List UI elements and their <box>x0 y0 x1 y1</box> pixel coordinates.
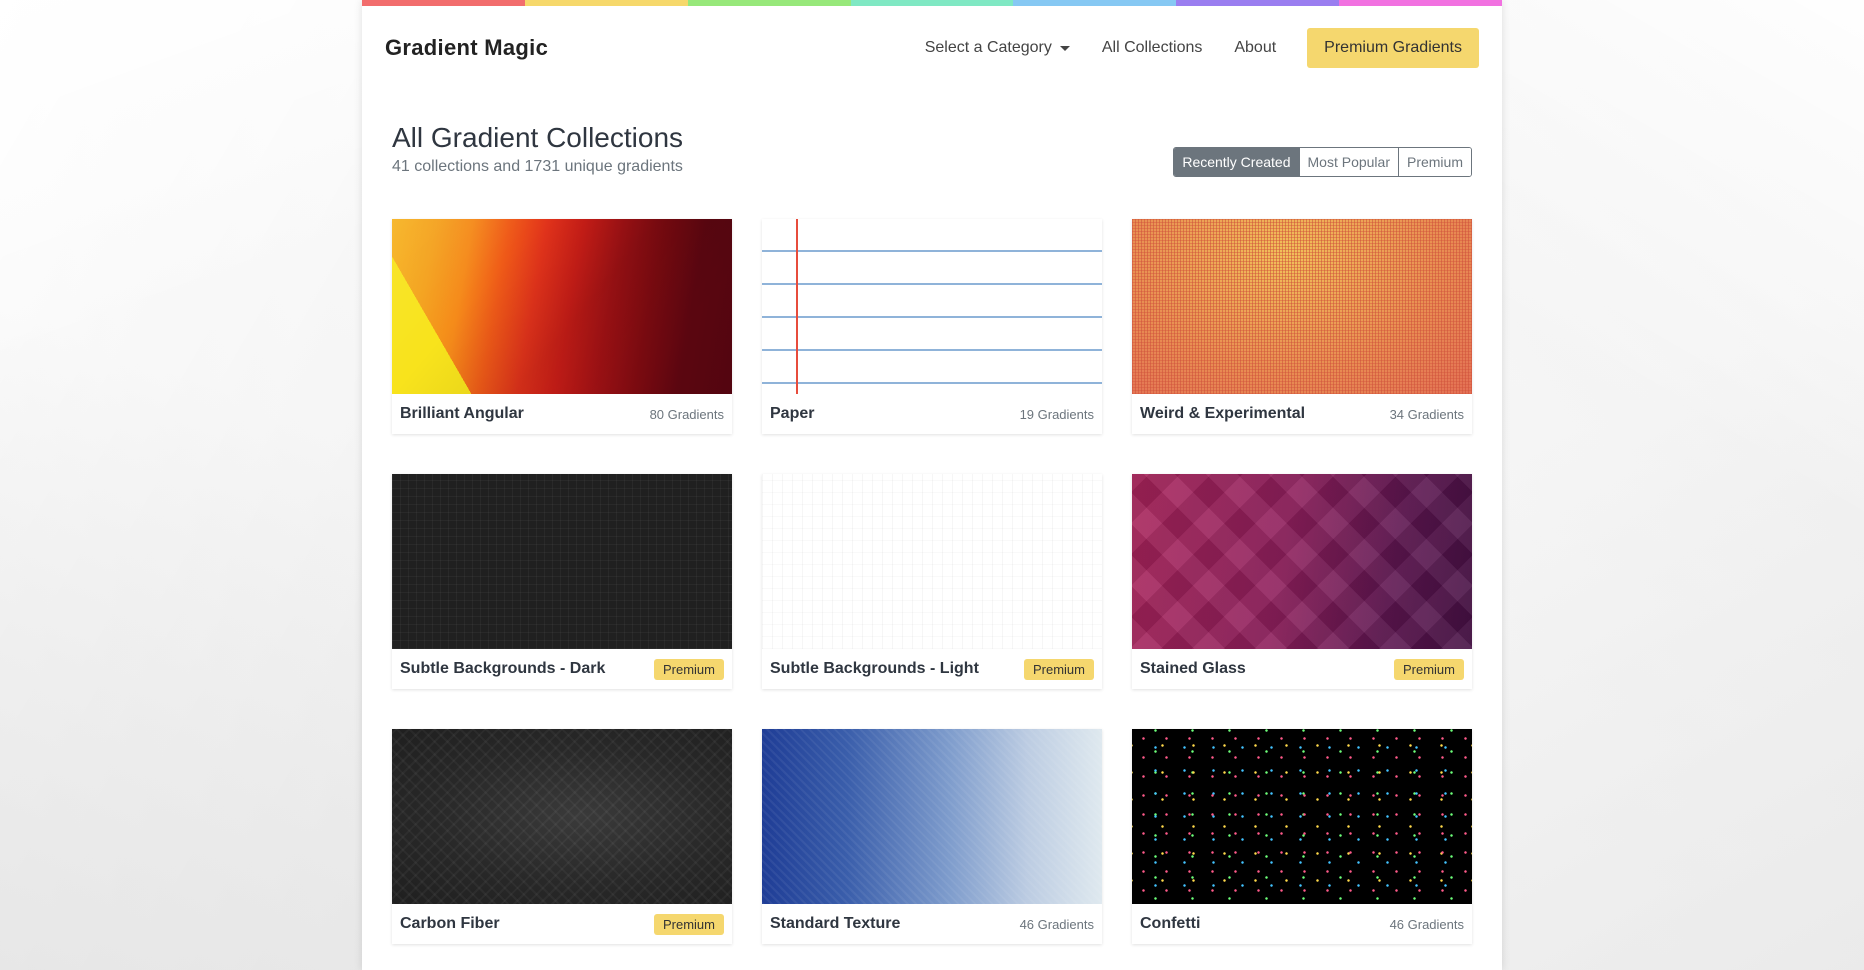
premium-badge: Premium <box>1393 658 1464 680</box>
collection-name: Brilliant Angular <box>400 405 524 422</box>
collection-card[interactable]: Standard Texture 46 Gradients <box>762 729 1102 944</box>
card-footer: Brilliant Angular 80 Gradients <box>392 394 732 434</box>
collection-card[interactable]: Brilliant Angular 80 Gradients <box>392 219 732 434</box>
gradient-count: 46 Gradients <box>1389 916 1464 932</box>
collection-name: Carbon Fiber <box>400 915 500 932</box>
collection-thumbnail <box>392 474 732 649</box>
page-title: All Gradient Collections <box>392 122 684 153</box>
card-footer: Paper 19 Gradients <box>762 394 1102 434</box>
collection-card[interactable]: Paper 19 Gradients <box>762 219 1102 434</box>
category-dropdown-label: Select a Category <box>924 39 1052 56</box>
collection-thumbnail <box>392 729 732 904</box>
sort-popular-button[interactable]: Most Popular <box>1298 148 1398 176</box>
collection-thumbnail <box>1132 474 1472 649</box>
collection-name: Weird & Experimental <box>1140 405 1306 422</box>
page-header: All Gradient Collections 41 collections … <box>392 122 683 176</box>
card-footer: Stained Glass Premium <box>1132 649 1472 689</box>
sort-premium-button[interactable]: Premium <box>1397 148 1471 176</box>
collection-thumbnail <box>392 219 732 394</box>
card-footer: Subtle Backgrounds - Dark Premium <box>392 649 732 689</box>
collection-thumbnail <box>1132 729 1472 904</box>
nav-links: Select a Category All Collections About … <box>893 28 1479 68</box>
premium-gradients-button[interactable]: Premium Gradients <box>1307 28 1479 68</box>
collection-name: Subtle Backgrounds - Dark <box>400 660 606 677</box>
main-container: Gradient Magic Select a Category All Col… <box>362 0 1503 970</box>
collection-card[interactable]: Weird & Experimental 34 Gradients <box>1132 219 1472 434</box>
gradient-count: 80 Gradients <box>649 406 724 422</box>
collection-thumbnail <box>762 474 1102 649</box>
card-footer: Subtle Backgrounds - Light Premium <box>762 649 1102 689</box>
collection-thumbnail <box>762 219 1102 394</box>
premium-badge: Premium <box>653 913 724 935</box>
collection-name: Paper <box>770 405 815 422</box>
card-footer: Confetti 46 Gradients <box>1132 904 1472 944</box>
card-footer: Standard Texture 46 Gradients <box>762 904 1102 944</box>
caret-down-icon <box>1059 45 1070 51</box>
sort-button-group: Recently Created Most Popular Premium <box>1173 147 1472 177</box>
collection-card[interactable]: Stained Glass Premium <box>1132 474 1472 689</box>
card-footer: Weird & Experimental 34 Gradients <box>1132 394 1472 434</box>
premium-badge: Premium <box>653 658 724 680</box>
collection-name: Stained Glass <box>1140 660 1246 677</box>
brand-logo[interactable]: Gradient Magic <box>385 35 548 61</box>
page-subtitle: 41 collections and 1731 unique gradients <box>392 158 683 175</box>
nav-all-collections[interactable]: All Collections <box>1102 39 1202 57</box>
nav-about[interactable]: About <box>1234 39 1276 57</box>
collections-grid: Brilliant Angular 80 Gradients Paper 19 … <box>392 219 1472 944</box>
card-footer: Carbon Fiber Premium <box>392 904 732 944</box>
collection-name: Confetti <box>1140 915 1201 932</box>
collection-card[interactable]: Confetti 46 Gradients <box>1132 729 1472 944</box>
collection-thumbnail <box>762 729 1102 904</box>
collection-thumbnail <box>1132 219 1472 394</box>
premium-badge: Premium <box>1023 658 1094 680</box>
collection-name: Subtle Backgrounds - Light <box>770 660 979 677</box>
gradient-count: 34 Gradients <box>1389 406 1464 422</box>
category-dropdown[interactable]: Select a Category <box>925 39 1070 57</box>
gradient-count: 46 Gradients <box>1019 916 1094 932</box>
navbar: Gradient Magic Select a Category All Col… <box>362 6 1502 80</box>
collection-card[interactable]: Subtle Backgrounds - Light Premium <box>762 474 1102 689</box>
gradient-count: 19 Gradients <box>1019 406 1094 422</box>
collection-card[interactable]: Subtle Backgrounds - Dark Premium <box>392 474 732 689</box>
collection-name: Standard Texture <box>770 915 901 932</box>
sort-recent-button[interactable]: Recently Created <box>1174 148 1299 176</box>
collection-card[interactable]: Carbon Fiber Premium <box>392 729 732 944</box>
